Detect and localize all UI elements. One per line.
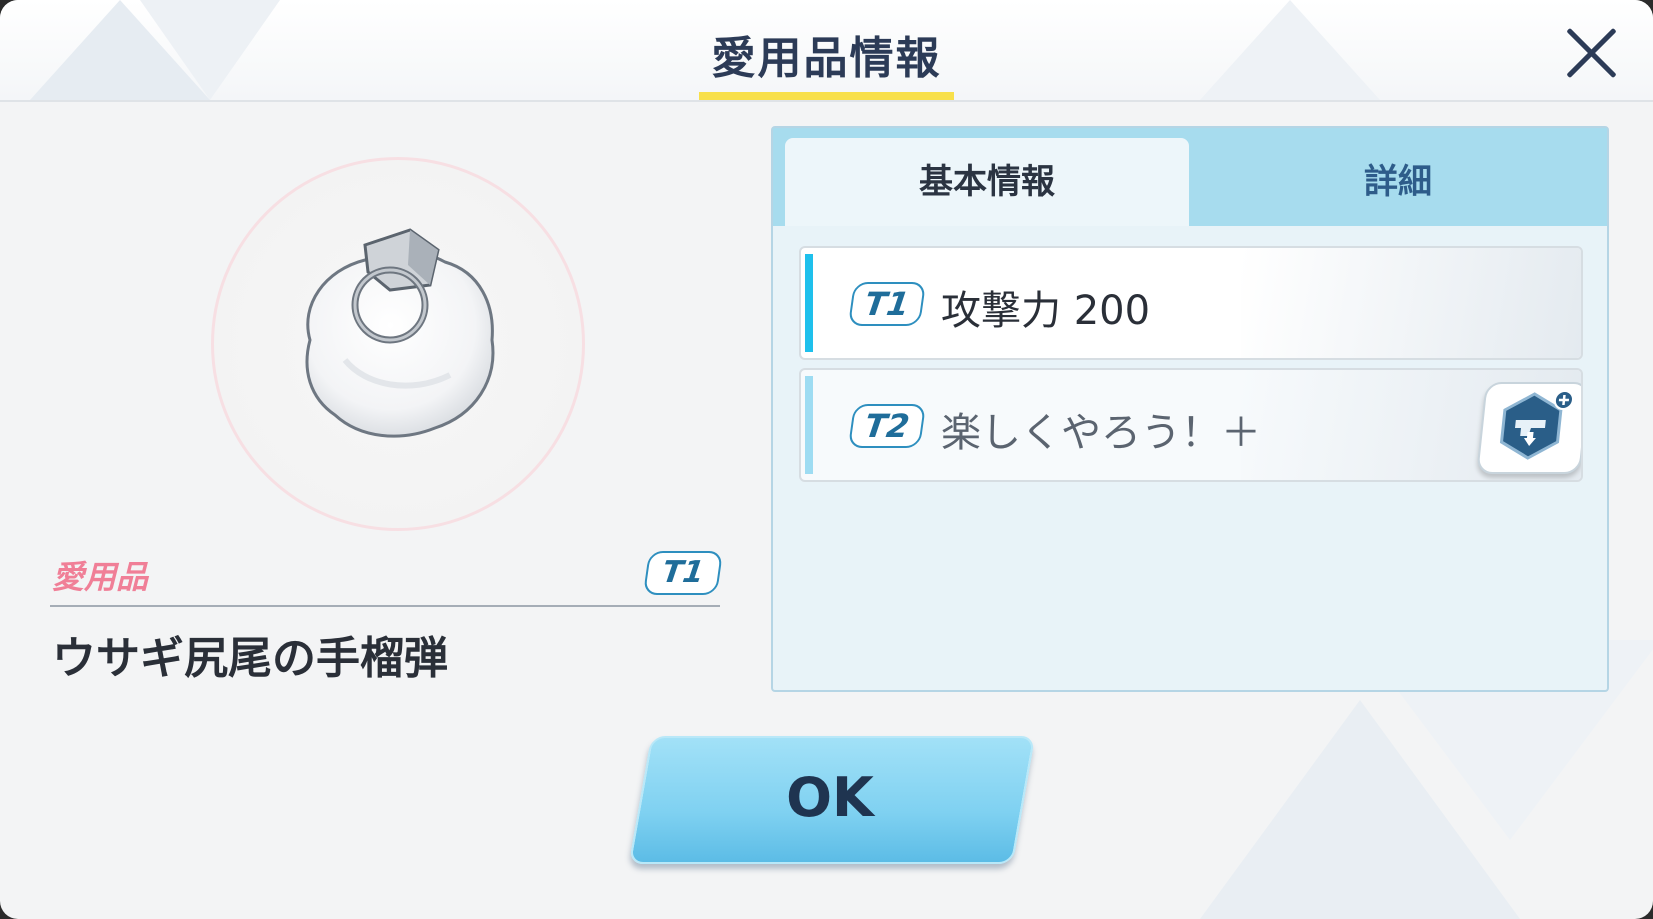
row-pattern <box>1241 248 1581 358</box>
skill-upgrade-icon <box>1499 390 1574 460</box>
grenade-icon <box>305 228 495 438</box>
skill-upgrade-button[interactable] <box>1476 382 1581 474</box>
stat-text: 楽しくやろう！＋ <box>941 410 1261 456</box>
item-info-dialog: 愛用品情報 愛用品 T1 ウサギ尻尾の手榴弾 基本情報 詳細 T1 攻撃力 20… <box>0 0 1653 919</box>
stat-tier-badge: T2 <box>847 404 927 448</box>
dialog-header: 愛用品情報 <box>0 0 1653 102</box>
stat-tier-badge: T1 <box>847 282 927 326</box>
tab-basic-info[interactable]: 基本情報 <box>785 138 1189 226</box>
row-accent-bar <box>805 376 813 474</box>
tab-details[interactable]: 詳細 <box>1191 138 1605 226</box>
ok-button-label: OK <box>786 766 874 829</box>
item-divider <box>50 605 720 607</box>
title-underline <box>699 92 954 100</box>
info-panel: 基本情報 詳細 T1 攻撃力 200 T2 楽しくやろう！＋ <box>771 126 1609 692</box>
close-icon[interactable] <box>1562 24 1622 84</box>
stat-row: T2 楽しくやろう！＋ <box>799 368 1583 482</box>
item-name: ウサギ尻尾の手榴弾 <box>52 633 448 684</box>
ok-button[interactable]: OK <box>628 736 1036 864</box>
item-tier-badge: T1 <box>642 551 724 595</box>
stat-row: T1 攻撃力 200 <box>799 246 1583 360</box>
item-type-label: 愛用品 <box>52 558 149 596</box>
stat-text: 攻撃力 200 <box>941 288 1151 334</box>
row-accent-bar <box>805 254 813 352</box>
dialog-title: 愛用品情報 <box>711 33 942 84</box>
